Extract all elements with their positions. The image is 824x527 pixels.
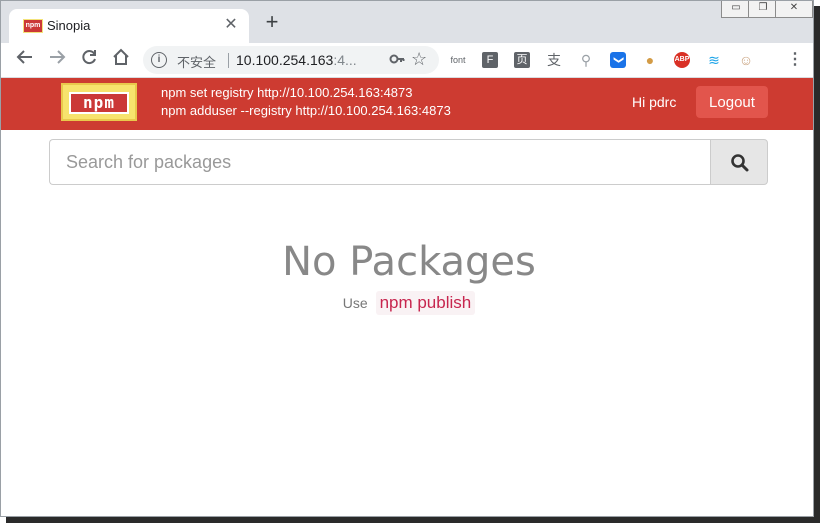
url-text[interactable]: 10.100.254.163:4... [236, 52, 357, 68]
empty-state-hint: Use npm publish [1, 291, 813, 315]
bookmark-star-icon[interactable]: ☆ [411, 49, 427, 70]
security-label: 不安全 [177, 55, 217, 70]
page-extension-icon[interactable]: 页 [514, 52, 530, 68]
npm-favicon-icon: npm [23, 19, 43, 33]
tab-sinopia[interactable]: npm Sinopia ✕ [9, 9, 249, 43]
forward-arrow-icon[interactable] [45, 48, 69, 72]
user-greeting: Hi pdrc [632, 94, 677, 110]
search-icon [731, 154, 749, 172]
shield-extension-icon[interactable]: 支 [546, 52, 562, 68]
empty-state-title: No Packages [282, 239, 536, 285]
pocket-extension-icon[interactable]: ❯ [610, 52, 626, 68]
logout-button[interactable]: Logout [696, 86, 768, 118]
f-extension-icon[interactable]: F [482, 52, 498, 68]
back-arrow-icon[interactable] [13, 48, 37, 72]
address-divider [228, 53, 229, 68]
menu-kebab-icon[interactable]: ⋮ [783, 48, 807, 72]
avatar-extension-icon[interactable]: ☺ [738, 52, 754, 68]
npm-publish-command: npm publish [375, 291, 476, 315]
tab-title: Sinopia [47, 18, 91, 33]
tab-strip: npm Sinopia ✕ + ▭ ❐ ✕ [1, 1, 813, 43]
wifi-extension-icon[interactable]: ≋ [706, 52, 722, 68]
sitemap-extension-icon[interactable]: ⚲ [578, 52, 594, 68]
address-bar[interactable]: i 不安全 10.100.254.163:4... ☆ [143, 46, 439, 74]
window-close-button[interactable]: ✕ [775, 1, 813, 18]
search-bar [49, 139, 768, 185]
key-icon[interactable] [389, 51, 405, 70]
npm-logo-text: npm [69, 92, 129, 114]
font-extension-icon[interactable]: font [450, 52, 466, 68]
browser-toolbar: i 不安全 10.100.254.163:4... ☆ font F 页支 ⚲ ❯ ● AB… [1, 43, 813, 78]
minimize-button[interactable]: ▭ [721, 1, 751, 18]
maximize-button[interactable]: ❐ [748, 1, 778, 18]
setup-registry-command: npm set registry http://10.100.254.163:4… [161, 85, 413, 100]
setup-adduser-command: npm adduser --registry http://10.100.254… [161, 103, 451, 118]
tab-close-icon[interactable]: ✕ [221, 15, 241, 35]
search-button[interactable] [710, 139, 768, 185]
url-port: :4... [333, 52, 357, 68]
browser-window: npm Sinopia ✕ + ▭ ❐ ✕ i 不安全 10.100.254.1… [0, 0, 814, 517]
new-tab-button[interactable]: + [261, 11, 283, 34]
home-icon[interactable] [109, 48, 133, 72]
hint-prefix: Use [342, 295, 368, 311]
info-icon[interactable]: i [151, 52, 167, 68]
url-host: 10.100.254.163 [236, 52, 334, 68]
search-input[interactable] [49, 139, 710, 185]
adblock-extension-icon[interactable]: ABP [674, 52, 690, 68]
app-header: npm npm set registry http://10.100.254.1… [1, 78, 813, 130]
reload-icon[interactable] [77, 48, 101, 72]
npm-logo[interactable]: npm [61, 83, 137, 121]
cookie-extension-icon[interactable]: ● [642, 52, 658, 68]
